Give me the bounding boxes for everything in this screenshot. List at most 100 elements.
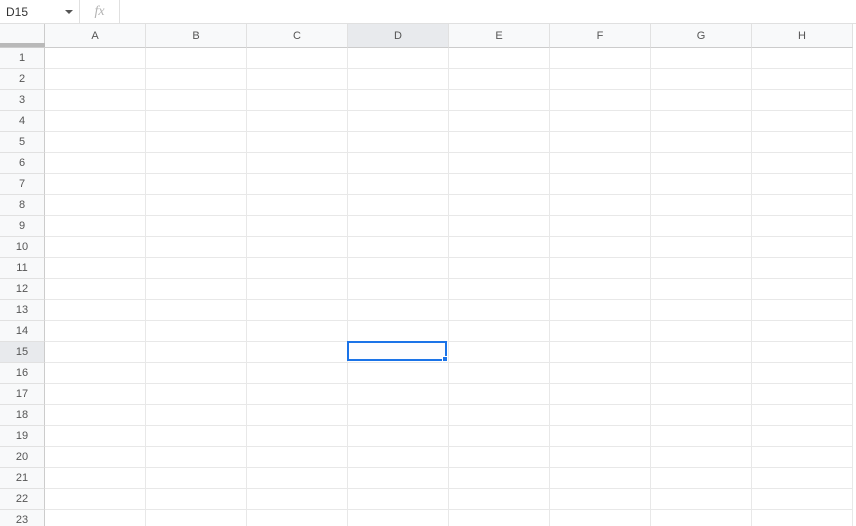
cell[interactable] bbox=[348, 426, 449, 447]
cell[interactable] bbox=[146, 468, 247, 489]
cell[interactable] bbox=[146, 153, 247, 174]
cell[interactable] bbox=[146, 384, 247, 405]
cell[interactable] bbox=[550, 90, 651, 111]
cell[interactable] bbox=[752, 174, 853, 195]
row-header[interactable]: 17 bbox=[0, 384, 45, 405]
cell[interactable] bbox=[550, 426, 651, 447]
cell[interactable] bbox=[651, 258, 752, 279]
cell[interactable] bbox=[146, 90, 247, 111]
cell[interactable] bbox=[651, 48, 752, 69]
cell[interactable] bbox=[550, 321, 651, 342]
cell[interactable] bbox=[45, 132, 146, 153]
cell[interactable] bbox=[45, 279, 146, 300]
cell[interactable] bbox=[45, 174, 146, 195]
cell[interactable] bbox=[752, 321, 853, 342]
cell[interactable] bbox=[752, 363, 853, 384]
cell[interactable] bbox=[651, 90, 752, 111]
column-header[interactable]: A bbox=[45, 24, 146, 48]
cell[interactable] bbox=[146, 342, 247, 363]
cell[interactable] bbox=[651, 237, 752, 258]
cell[interactable] bbox=[247, 153, 348, 174]
cell[interactable] bbox=[449, 237, 550, 258]
cell[interactable] bbox=[348, 405, 449, 426]
cell[interactable] bbox=[45, 321, 146, 342]
cell[interactable] bbox=[651, 132, 752, 153]
cell[interactable] bbox=[449, 363, 550, 384]
row-header[interactable]: 18 bbox=[0, 405, 45, 426]
cell[interactable] bbox=[449, 384, 550, 405]
cell[interactable] bbox=[146, 426, 247, 447]
cell[interactable] bbox=[550, 405, 651, 426]
cell[interactable] bbox=[752, 69, 853, 90]
cell[interactable] bbox=[651, 216, 752, 237]
cell[interactable] bbox=[449, 300, 550, 321]
formula-input[interactable] bbox=[120, 1, 856, 23]
cell[interactable] bbox=[449, 195, 550, 216]
cell[interactable] bbox=[247, 468, 348, 489]
cell[interactable] bbox=[651, 489, 752, 510]
column-header[interactable]: B bbox=[146, 24, 247, 48]
cell[interactable] bbox=[550, 384, 651, 405]
cell[interactable] bbox=[247, 195, 348, 216]
cell[interactable] bbox=[752, 111, 853, 132]
cell[interactable] bbox=[550, 300, 651, 321]
cell[interactable] bbox=[247, 363, 348, 384]
cell[interactable] bbox=[651, 405, 752, 426]
cell[interactable] bbox=[550, 258, 651, 279]
cell[interactable] bbox=[651, 510, 752, 526]
cell[interactable] bbox=[348, 90, 449, 111]
cell[interactable] bbox=[449, 489, 550, 510]
row-header[interactable]: 22 bbox=[0, 489, 45, 510]
cell[interactable] bbox=[348, 195, 449, 216]
cell[interactable] bbox=[45, 258, 146, 279]
row-header[interactable]: 5 bbox=[0, 132, 45, 153]
cell[interactable] bbox=[45, 468, 146, 489]
cell[interactable] bbox=[550, 111, 651, 132]
cell[interactable] bbox=[550, 153, 651, 174]
cell[interactable] bbox=[348, 48, 449, 69]
cell[interactable] bbox=[146, 300, 247, 321]
row-header[interactable]: 6 bbox=[0, 153, 45, 174]
column-header[interactable]: F bbox=[550, 24, 651, 48]
cell[interactable] bbox=[45, 90, 146, 111]
row-header[interactable]: 20 bbox=[0, 447, 45, 468]
cell[interactable] bbox=[550, 447, 651, 468]
cell[interactable] bbox=[550, 489, 651, 510]
cell[interactable] bbox=[449, 447, 550, 468]
cell[interactable] bbox=[550, 279, 651, 300]
row-header[interactable]: 4 bbox=[0, 111, 45, 132]
cell[interactable] bbox=[449, 69, 550, 90]
cell[interactable] bbox=[146, 258, 247, 279]
cell[interactable] bbox=[247, 321, 348, 342]
cell[interactable] bbox=[247, 405, 348, 426]
cell[interactable] bbox=[45, 489, 146, 510]
cell[interactable] bbox=[550, 363, 651, 384]
cell[interactable] bbox=[348, 510, 449, 526]
cell[interactable] bbox=[45, 426, 146, 447]
cell[interactable] bbox=[348, 342, 449, 363]
cell[interactable] bbox=[651, 195, 752, 216]
cell[interactable] bbox=[247, 90, 348, 111]
column-header[interactable]: C bbox=[247, 24, 348, 48]
cell[interactable] bbox=[146, 510, 247, 526]
cell[interactable] bbox=[651, 468, 752, 489]
cell[interactable] bbox=[146, 237, 247, 258]
cell[interactable] bbox=[146, 48, 247, 69]
cell[interactable] bbox=[651, 321, 752, 342]
cell[interactable] bbox=[651, 279, 752, 300]
cell[interactable] bbox=[45, 447, 146, 468]
cell[interactable] bbox=[146, 405, 247, 426]
row-header[interactable]: 3 bbox=[0, 90, 45, 111]
cell[interactable] bbox=[45, 216, 146, 237]
cell[interactable] bbox=[247, 111, 348, 132]
cell[interactable] bbox=[348, 69, 449, 90]
cell[interactable] bbox=[752, 237, 853, 258]
cell[interactable] bbox=[45, 510, 146, 526]
cell[interactable] bbox=[247, 489, 348, 510]
column-header[interactable]: D bbox=[348, 24, 449, 48]
cell[interactable] bbox=[146, 489, 247, 510]
cell[interactable] bbox=[752, 342, 853, 363]
name-box[interactable]: D15 bbox=[0, 0, 80, 24]
cell[interactable] bbox=[247, 510, 348, 526]
cell[interactable] bbox=[651, 300, 752, 321]
